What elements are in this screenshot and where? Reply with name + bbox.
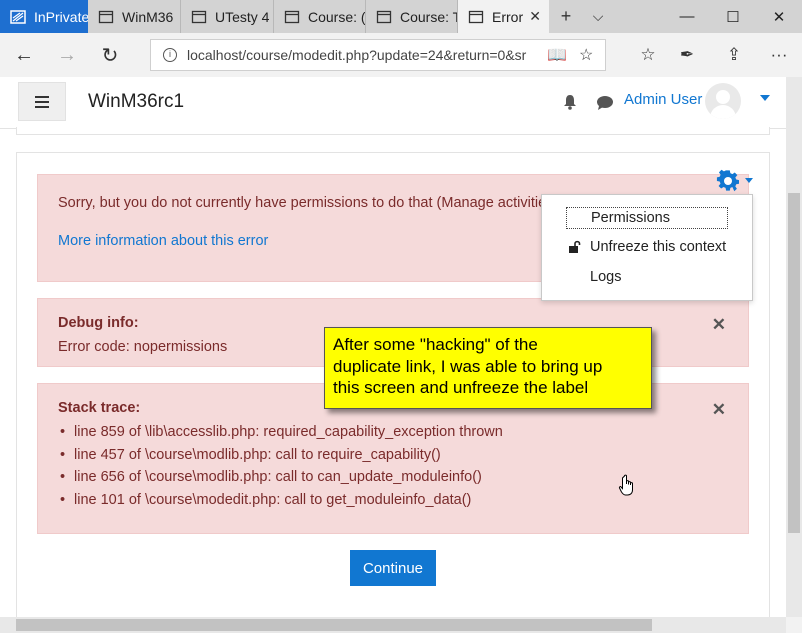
- tab-label: UTesty 4: [215, 8, 270, 25]
- annotation-line: After some "hacking" of the: [333, 335, 538, 354]
- user-menu-caret-icon[interactable]: [760, 95, 770, 101]
- vertical-scrollbar[interactable]: [786, 77, 802, 617]
- hamburger-icon: [35, 100, 49, 103]
- close-icon[interactable]: ✕: [712, 315, 726, 335]
- stack-trace-list: line 859 of \lib\accesslib.php: required…: [58, 421, 503, 511]
- tab-error[interactable]: Error ✕: [458, 0, 549, 33]
- tab-course-2[interactable]: Course: T: [366, 0, 458, 33]
- menu-item-label: Logs: [590, 269, 622, 285]
- favorites-hub-icon[interactable]: ☆: [628, 33, 668, 77]
- scrollbar-thumb[interactable]: [16, 619, 652, 631]
- favorite-star-icon[interactable]: ☆: [579, 45, 593, 65]
- back-arrow-icon[interactable]: ←: [4, 33, 44, 77]
- list-item: line 656 of \course\modlib.php: call to …: [58, 466, 503, 489]
- forward-arrow-icon[interactable]: →: [47, 33, 87, 77]
- close-icon[interactable]: ✕: [712, 400, 726, 420]
- stack-trace-title: Stack trace:: [58, 400, 141, 416]
- debug-error-code: Error code: nopermissions: [58, 339, 228, 355]
- menu-item-unfreeze[interactable]: Unfreeze this context: [566, 237, 728, 259]
- menu-item-label: Unfreeze this context: [590, 239, 727, 255]
- annotation-line: duplicate link, I was able to bring up: [333, 356, 603, 376]
- site-name[interactable]: WinM36rc1: [88, 91, 184, 113]
- close-window-icon[interactable]: ✕: [756, 0, 802, 33]
- scrollbar-thumb[interactable]: [788, 193, 800, 533]
- avatar[interactable]: [705, 83, 741, 119]
- more-icon[interactable]: ···: [759, 33, 799, 77]
- site-info-icon[interactable]: i: [163, 48, 177, 62]
- refresh-icon[interactable]: ↻: [90, 33, 130, 77]
- gear-icon[interactable]: [716, 169, 740, 193]
- annotation-line: this screen and unfreeze the label: [333, 378, 589, 397]
- minimize-icon[interactable]: —: [664, 0, 710, 33]
- hand-cursor-icon: [618, 474, 633, 496]
- address-bar[interactable]: i 📖 ☆: [150, 39, 606, 71]
- horizontal-scrollbar[interactable]: [0, 617, 786, 633]
- maximize-icon[interactable]: ☐: [710, 0, 756, 33]
- list-item: line 457 of \course\modlib.php: call to …: [58, 444, 503, 467]
- bell-icon[interactable]: [562, 94, 578, 110]
- previous-card: [16, 127, 770, 135]
- user-name[interactable]: Admin User: [624, 91, 702, 108]
- list-item: line 101 of \course\modedit.php: call to…: [58, 489, 503, 512]
- share-icon[interactable]: ⇪: [714, 33, 754, 77]
- tab-list-chevron-icon[interactable]: ⌵: [584, 0, 612, 33]
- tab-strip: InPrivate WinM36 UTesty 4 Course: ( Cour…: [0, 0, 802, 33]
- menu-item-permissions[interactable]: Permissions: [566, 207, 728, 229]
- pen-icon[interactable]: ✒: [667, 33, 707, 77]
- tab-label: Course: T: [400, 8, 458, 25]
- continue-button[interactable]: Continue: [350, 550, 436, 586]
- error-message: Sorry, but you do not currently have per…: [58, 195, 559, 211]
- list-item: line 859 of \lib\accesslib.php: required…: [58, 421, 503, 444]
- close-tab-icon[interactable]: ✕: [529, 8, 541, 25]
- menu-item-label: Permissions: [591, 210, 670, 226]
- inprivate-icon: [10, 9, 26, 24]
- unlock-icon: [569, 240, 581, 253]
- page-viewport: WinM36rc1 Admin User Sorry, but you do n…: [0, 77, 786, 617]
- new-tab-icon[interactable]: +: [552, 0, 580, 33]
- reading-view-icon[interactable]: 📖: [547, 45, 567, 65]
- chat-icon[interactable]: [596, 95, 614, 111]
- tab-label: WinM36: [122, 8, 174, 25]
- tab-utesty[interactable]: UTesty 4: [181, 0, 274, 33]
- chevron-down-icon[interactable]: [745, 178, 753, 183]
- settings-dropdown-menu: Permissions Unfreeze this context Logs: [541, 194, 753, 301]
- inprivate-label: InPrivate: [34, 8, 88, 25]
- annotation-callout: After some "hacking" of the duplicate li…: [324, 327, 652, 409]
- tab-course-1[interactable]: Course: (: [274, 0, 366, 33]
- inprivate-badge[interactable]: InPrivate: [0, 0, 88, 33]
- menu-item-logs[interactable]: Logs: [566, 267, 728, 289]
- page-icon: [98, 10, 114, 23]
- site-header: WinM36rc1 Admin User: [0, 77, 786, 129]
- tab-label: Error: [492, 8, 524, 25]
- page-icon: [468, 10, 484, 23]
- more-info-link[interactable]: More information about this error: [58, 233, 268, 249]
- tab-label: Course: (: [308, 8, 366, 25]
- page-icon: [376, 10, 392, 23]
- debug-title: Debug info:: [58, 315, 139, 331]
- page-icon: [191, 10, 207, 23]
- hamburger-menu-button[interactable]: [18, 82, 66, 121]
- page-icon: [284, 10, 300, 23]
- tab-winm36[interactable]: WinM36: [88, 0, 181, 33]
- navigation-bar: ← → ↻ i 📖 ☆ ☆ ✒ ⇪ ···: [0, 33, 802, 77]
- url-input[interactable]: [187, 47, 527, 63]
